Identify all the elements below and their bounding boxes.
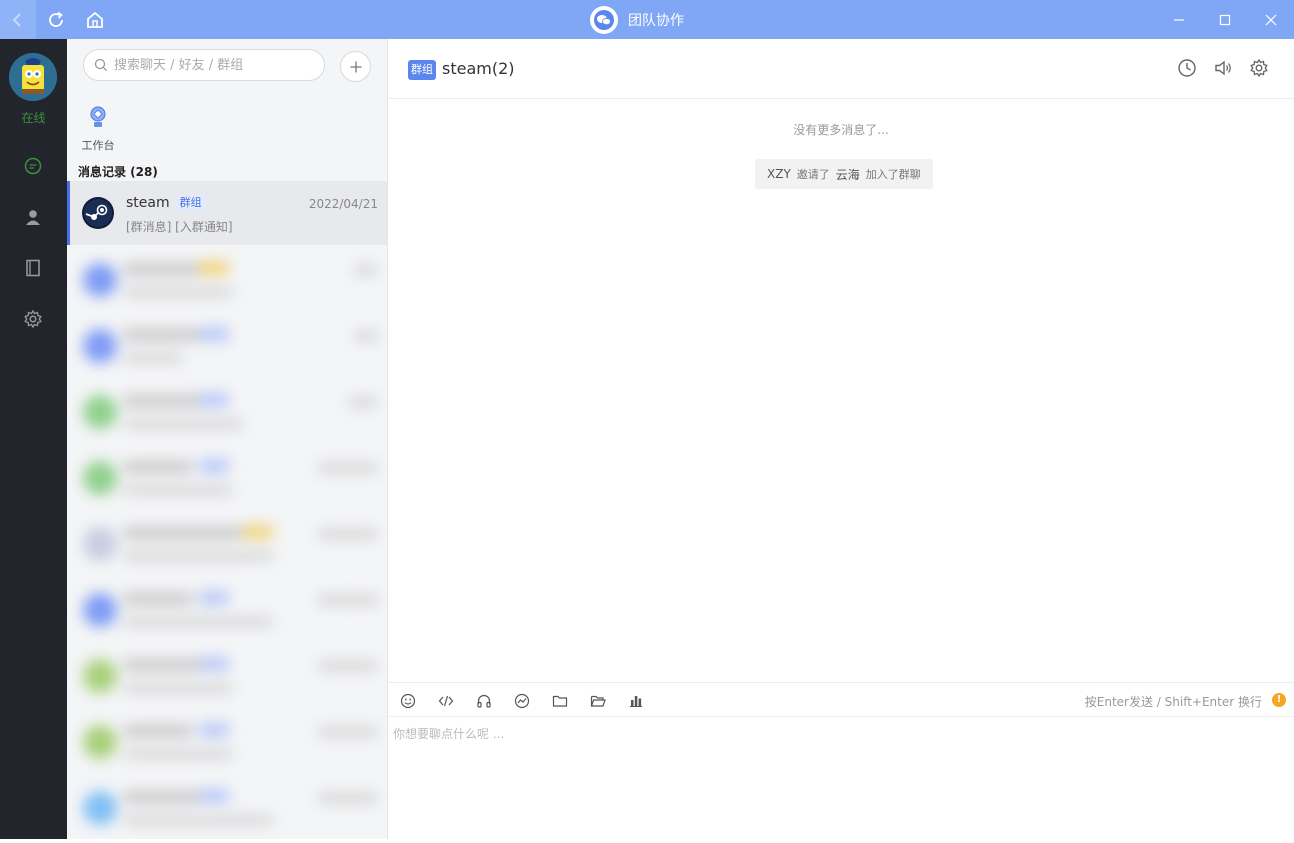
window-title: 团队协作 (628, 12, 684, 29)
chat-bubble-icon (24, 157, 42, 175)
chat-list-panel: 工作台 消息记录 (28) steam 群组 2022/04/21 [群消息] [… (67, 39, 388, 839)
list-item[interactable] (67, 709, 387, 775)
chat-settings-button[interactable] (1248, 57, 1270, 79)
list-item[interactable] (67, 247, 387, 313)
rail-messages-button[interactable] (21, 154, 45, 178)
chat-header: 群组 steam(2) (388, 39, 1294, 99)
code-button[interactable] (436, 691, 456, 711)
list-item[interactable] (67, 577, 387, 643)
folder-icon (552, 695, 568, 707)
info-icon[interactable]: ! (1272, 693, 1286, 707)
close-button[interactable] (1248, 0, 1294, 39)
chat-item-steam[interactable]: steam 群组 2022/04/21 [群消息] [入群通知] (67, 181, 387, 245)
notice-invitee: 云海 (835, 167, 860, 182)
folder-open-icon (590, 695, 606, 707)
list-item[interactable] (67, 379, 387, 445)
home-button[interactable] (75, 0, 114, 39)
app-logo-icon (590, 5, 618, 34)
notice-action: 邀请了 (796, 168, 830, 181)
audio-button[interactable] (474, 691, 494, 711)
speaker-icon (1215, 60, 1231, 76)
list-item[interactable] (67, 445, 387, 511)
workbench-icon (90, 106, 106, 127)
arrow-left-icon (12, 12, 21, 27)
notice-result: 加入了群聊 (865, 168, 921, 181)
side-rail: 在线 (0, 39, 67, 839)
gear-icon (24, 309, 42, 329)
search-icon (94, 58, 107, 71)
add-button[interactable] (340, 51, 371, 82)
window-controls (1156, 0, 1294, 39)
rail-notebook-button[interactable] (21, 256, 45, 280)
chat-main: 群组 steam(2) 没有更多消息了... XZY 邀请了 云海 加入了群聊 (388, 39, 1294, 839)
title-bar: 团队协作 (0, 0, 1294, 39)
nav-controls (0, 0, 114, 39)
header-group-badge: 群组 (408, 60, 436, 80)
notice-inviter: XZY (767, 167, 791, 181)
no-more-messages: 没有更多消息了... (793, 123, 889, 137)
back-button[interactable] (0, 0, 36, 39)
online-status: 在线 (21, 111, 46, 125)
code-icon (438, 695, 454, 707)
list-item[interactable] (67, 313, 387, 379)
headphones-icon (477, 694, 491, 708)
composer-toolbar: 按Enter发送 / Shift+Enter 换行 ! (388, 682, 1294, 717)
workbench-button[interactable]: 工作台 (81, 105, 115, 153)
history-button[interactable] (1176, 57, 1198, 79)
clock-icon (1178, 59, 1196, 77)
chart-circle-icon (514, 693, 530, 709)
bar-chart-icon (630, 696, 642, 707)
chat-title: steam(2) (442, 59, 515, 78)
message-input[interactable] (388, 717, 1294, 839)
header-actions (1176, 57, 1270, 79)
list-item[interactable] (67, 643, 387, 709)
list-item[interactable] (67, 775, 387, 839)
app-title-area: 团队协作 (590, 0, 684, 39)
mute-button[interactable] (1212, 57, 1234, 79)
send-hint: 按Enter发送 / Shift+Enter 换行 (1084, 695, 1262, 709)
maximize-icon (1219, 14, 1231, 25)
file-button[interactable] (550, 691, 570, 711)
rail-contacts-button[interactable] (21, 205, 45, 229)
search-box[interactable] (83, 49, 325, 81)
steam-logo-icon (84, 199, 112, 227)
minimize-button[interactable] (1156, 0, 1202, 39)
emoji-icon (400, 693, 416, 709)
list-item[interactable] (67, 511, 387, 577)
steam-avatar (82, 197, 114, 229)
rail-settings-button[interactable] (21, 307, 45, 331)
minimize-icon (1174, 18, 1184, 21)
home-icon (86, 11, 103, 28)
emoji-button[interactable] (398, 691, 418, 711)
drawing-button[interactable] (512, 691, 532, 711)
chat-item-name: steam (126, 195, 170, 211)
stats-button[interactable] (626, 691, 646, 711)
chat-item-title: steam 群组 (126, 195, 206, 211)
folder-open-button[interactable] (588, 691, 608, 711)
user-avatar-icon (9, 53, 57, 101)
message-section-title: 消息记录 (28) (78, 165, 158, 179)
chat-item-date: 2022/04/21 (308, 197, 378, 211)
user-icon (26, 210, 40, 225)
refresh-icon (48, 11, 63, 27)
close-icon (1265, 14, 1277, 25)
system-notice: XZY 邀请了 云海 加入了群聊 (755, 159, 933, 189)
search-input[interactable] (114, 57, 314, 73)
plus-icon (350, 61, 361, 72)
gear-icon (1250, 58, 1268, 78)
message-composer (388, 717, 1294, 839)
group-badge: 群组 (175, 195, 206, 211)
notebook-icon (26, 259, 40, 277)
maximize-button[interactable] (1202, 0, 1248, 39)
chat-item-preview: [群消息] [入群通知] (126, 220, 233, 234)
refresh-button[interactable] (36, 0, 75, 39)
workbench-label: 工作台 (81, 139, 115, 152)
avatar[interactable] (9, 53, 57, 101)
